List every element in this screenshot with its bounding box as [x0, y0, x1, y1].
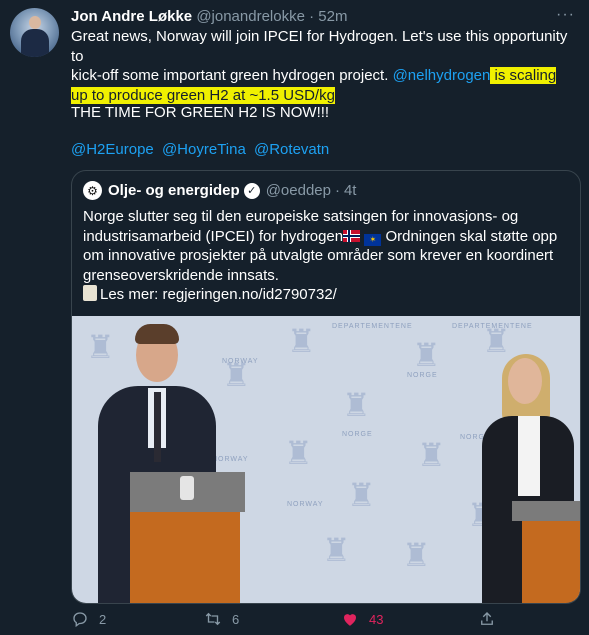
quote-line-2b: Ordningen skal støtte opp [381, 227, 558, 245]
more-options-icon[interactable]: ··· [556, 6, 575, 24]
heart-icon [344, 614, 356, 626]
mention-rotevatn[interactable]: @Rotevatn [254, 141, 329, 158]
reply-count: 2 [99, 611, 107, 627]
quote-author-name[interactable]: Olje- og energidep [108, 182, 240, 199]
tweet-header: Jon Andre Løkke @jonandrelokke · 52m [71, 8, 347, 25]
backdrop-crest-icon: ♜ [284, 435, 313, 471]
mention-h2europe[interactable]: @H2Europe [71, 141, 154, 158]
quote-read-more[interactable]: Les mer: regjeringen.no/id2790732/ [100, 286, 337, 303]
backdrop-crest-icon: ♜ [86, 329, 115, 365]
author-handle[interactable]: @jonandrelokke [196, 8, 305, 25]
author-avatar[interactable] [10, 8, 59, 57]
backdrop-crest-icon: ♜ [417, 437, 446, 473]
backdrop-text: DEPARTEMENTENE [332, 323, 413, 330]
retweet-count: 6 [232, 611, 240, 627]
speaker-woman-shirt [518, 416, 540, 496]
quote-avatar-icon[interactable]: ⚙ [83, 181, 102, 200]
eu-flag-icon: ✶ [364, 233, 382, 246]
backdrop-crest-icon: ♜ [342, 387, 371, 423]
backdrop-crest-icon: ♜ [287, 323, 316, 359]
avatar-body [21, 29, 49, 57]
highlight-text-1: is scaling [490, 67, 557, 84]
backdrop-crest-icon: ♜ [402, 537, 431, 573]
tweet-line-2-text: kick-off some important green hydrogen p… [71, 67, 393, 84]
tweet-mentions: @H2Europe @HoyreTina @Rotevatn [71, 141, 333, 158]
backdrop-text: NORWAY [222, 358, 259, 365]
norway-flag-icon [343, 229, 361, 242]
tweet-time[interactable]: 52m [318, 8, 347, 25]
tweet-actions: 2 6 43 [0, 610, 589, 632]
tweet-line-3: up to produce green H2 at ~1.5 USD/kg [71, 86, 581, 106]
podium-right-top [512, 501, 580, 521]
retweet-button[interactable]: 6 [204, 610, 239, 628]
backdrop-crest-icon: ♜ [347, 477, 376, 513]
speaker-man-tie [154, 392, 161, 462]
quote-line-5: Les mer: regjeringen.no/id2790732/ [83, 285, 569, 305]
quote-line-2a: industrisamarbeid (IPCEI) for hydrogen [83, 227, 344, 245]
podium-right [522, 521, 580, 603]
speaker-man-hair [135, 324, 179, 344]
quote-line-1: Norge slutter seg til den europeiske sat… [83, 208, 519, 225]
press-conference-photo[interactable]: ♜ ♜ ♜ ♜ ♜ ♜ ♜ ♜ ♜ ♜ ♜ ♜ NORWAY NORGE NOR… [72, 316, 580, 603]
quote-line-2: industrisamarbeid (IPCEI) for hydrogen ✶… [83, 227, 569, 247]
quote-line-4: grenseoverskridende innsats. [83, 266, 279, 284]
tweet-text: Great news, Norway will join IPCEI for H… [71, 27, 581, 105]
tweet-line-2: kick-off some important green hydrogen p… [71, 66, 581, 86]
backdrop-text: NORWAY [212, 456, 249, 463]
mention-hoyretina[interactable]: @HoyreTina [162, 141, 246, 158]
quote-text: Norge slutter seg til den europeiske sat… [83, 207, 569, 305]
backdrop-text: NORGE [342, 431, 373, 438]
quote-header: ⚙ Olje- og energidep ✓ @oeddep · 4t [83, 181, 356, 200]
backdrop-text: NORWAY [287, 501, 324, 508]
like-count: 43 [369, 611, 384, 627]
highlight-text-2: up to produce green H2 at ~1.5 USD/kg [71, 86, 335, 104]
reply-icon [73, 612, 87, 628]
like-button[interactable]: 43 [341, 610, 383, 628]
tweet-line-1: Great news, Norway will join IPCEI for H… [71, 28, 568, 65]
avatar-head [29, 16, 41, 29]
quote-line-3: om innovative prosjekter på utvalgte omr… [83, 247, 554, 264]
quote-time[interactable]: 4t [344, 182, 357, 199]
share-button[interactable] [478, 610, 506, 628]
verified-badge-icon: ✓ [243, 182, 260, 199]
quote-separator: · [334, 182, 340, 199]
mention-nelhydrogen[interactable]: @nelhydrogen [393, 67, 491, 84]
quoted-tweet[interactable]: ⚙ Olje- og energidep ✓ @oeddep · 4t Norg… [71, 170, 581, 604]
podium-left [130, 512, 240, 603]
separator-dot: · [309, 8, 315, 25]
tweet-shout-line: THE TIME FOR GREEN H2 IS NOW!!! [71, 104, 330, 121]
scroll-icon [83, 285, 97, 301]
backdrop-text: NORGE [407, 372, 438, 379]
quote-author-handle[interactable]: @oeddep [266, 182, 331, 199]
podium-crest-icon [180, 476, 194, 500]
backdrop-crest-icon: ♜ [322, 532, 351, 568]
share-icon [481, 612, 493, 625]
speaker-woman-head [508, 358, 542, 404]
backdrop-crest-icon: ♜ [412, 337, 441, 373]
retweet-icon [205, 612, 221, 626]
reply-button[interactable]: 2 [71, 610, 106, 628]
author-name[interactable]: Jon Andre Løkke [71, 8, 192, 25]
backdrop-text: DEPARTEMENTENE [452, 323, 533, 330]
